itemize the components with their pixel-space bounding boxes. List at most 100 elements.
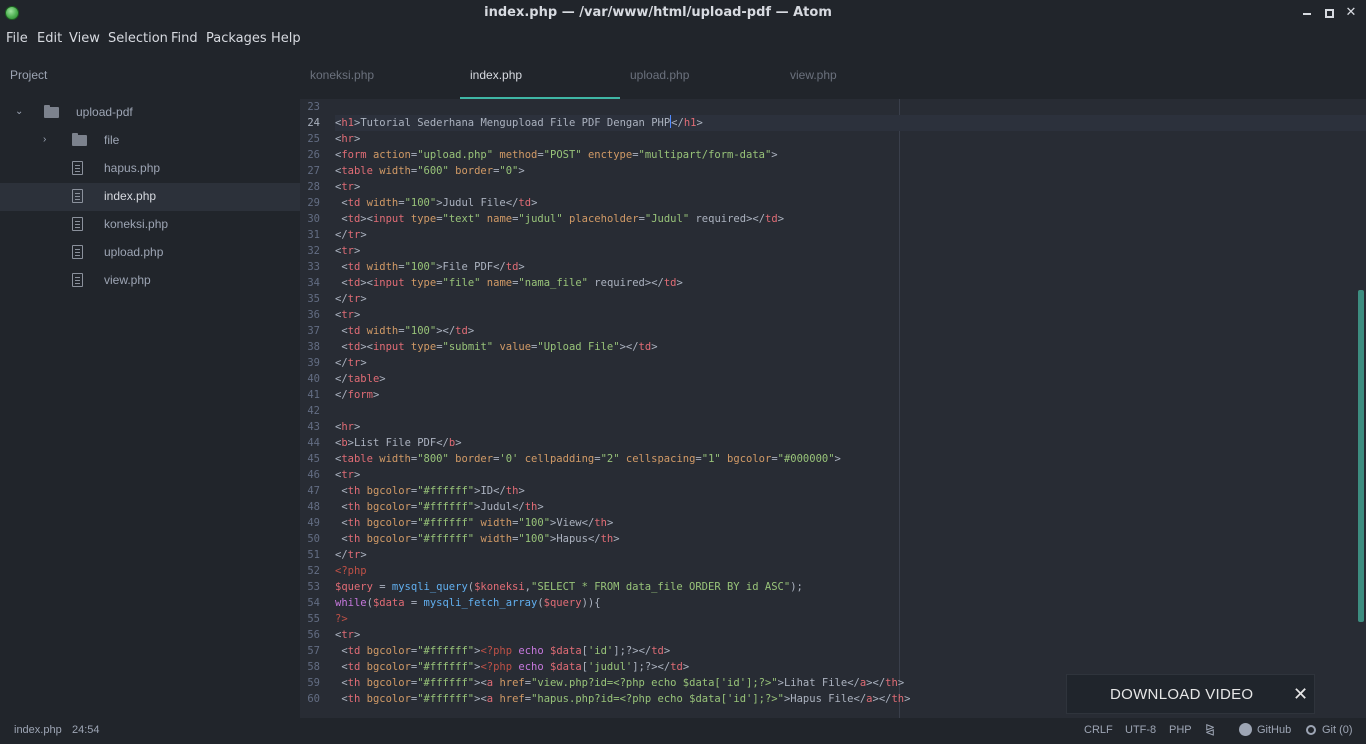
code-line[interactable]: while($data = mysqli_fetch_array($query)… xyxy=(335,595,1366,611)
status-git[interactable]: Git (0) xyxy=(1322,724,1353,736)
broadcast-icon[interactable]: ⧎ xyxy=(1205,722,1219,737)
code-editor[interactable]: 23 24 25 26 27 28 29 30 31 32 33 34 35 36 37 38 39 40 41 42… xyxy=(300,99,1366,718)
line-number[interactable]: 53 xyxy=(300,579,320,595)
tree-item-view-php[interactable]: view.php xyxy=(0,267,300,295)
line-number[interactable]: 23 xyxy=(300,99,320,115)
chevron-down-icon[interactable]: ⌄ xyxy=(15,107,23,117)
code-line[interactable]: </form> xyxy=(335,387,1366,403)
line-number[interactable]: 60 xyxy=(300,691,320,707)
code-line[interactable] xyxy=(335,403,1366,419)
github-icon[interactable] xyxy=(1239,723,1252,736)
close-window-button[interactable]: ✕ xyxy=(1343,5,1359,21)
line-number[interactable]: 35 xyxy=(300,291,320,307)
line-number-gutter[interactable]: 23 24 25 26 27 28 29 30 31 32 33 34 35 36 37 38 39 40 41 42… xyxy=(300,99,330,718)
code-line[interactable]: <?php xyxy=(335,563,1366,579)
line-number[interactable]: 51 xyxy=(300,547,320,563)
line-number[interactable]: 54 xyxy=(300,595,320,611)
download-video-overlay[interactable]: DOWNLOAD VIDEO ✕ xyxy=(1066,674,1315,714)
line-number[interactable]: 44 xyxy=(300,435,320,451)
line-number[interactable]: 32 xyxy=(300,243,320,259)
code-line[interactable]: <tr> xyxy=(335,627,1366,643)
tree-item-koneksi-php[interactable]: koneksi.php xyxy=(0,211,300,239)
line-number[interactable]: 34 xyxy=(300,275,320,291)
code-line[interactable]: <td width="100">File PDF</td> xyxy=(335,259,1366,275)
code-line[interactable]: <td width="100"></td> xyxy=(335,323,1366,339)
code-line[interactable]: <td bgcolor="#ffffff"><?php echo $data['… xyxy=(335,659,1366,675)
tree-item-upload-php[interactable]: upload.php xyxy=(0,239,300,267)
code-line[interactable]: <b>List File PDF</b> xyxy=(335,435,1366,451)
line-number[interactable]: 29 xyxy=(300,195,320,211)
line-number[interactable]: 31 xyxy=(300,227,320,243)
git-icon[interactable] xyxy=(1306,725,1316,735)
line-number[interactable]: 33 xyxy=(300,259,320,275)
line-number[interactable]: 36 xyxy=(300,307,320,323)
code-line[interactable]: </tr> xyxy=(335,291,1366,307)
code-line[interactable]: <hr> xyxy=(335,131,1366,147)
code-line[interactable]: <th bgcolor="#ffffff">Judul</th> xyxy=(335,499,1366,515)
line-number[interactable]: 40 xyxy=(300,371,320,387)
line-number[interactable]: 43 xyxy=(300,419,320,435)
line-number[interactable]: 48 xyxy=(300,499,320,515)
line-number[interactable]: 30 xyxy=(300,211,320,227)
code-line[interactable]: <th bgcolor="#ffffff">ID</th> xyxy=(335,483,1366,499)
status-cursor-position[interactable]: 24:54 xyxy=(72,724,100,736)
code-line[interactable]: <td><input type="text" name="judul" plac… xyxy=(335,211,1366,227)
line-number[interactable]: 46 xyxy=(300,467,320,483)
code-line[interactable]: <table width="600" border="0"> xyxy=(335,163,1366,179)
menu-help[interactable]: Help xyxy=(271,31,301,46)
code-line[interactable]: <hr> xyxy=(335,419,1366,435)
minimize-button[interactable] xyxy=(1299,5,1315,21)
code-area[interactable]: <h1>Tutorial Sederhana Mengupload File P… xyxy=(335,99,1366,718)
line-number[interactable]: 58 xyxy=(300,659,320,675)
download-video-label[interactable]: DOWNLOAD VIDEO xyxy=(1110,686,1253,703)
menu-file[interactable]: File xyxy=(6,31,28,46)
code-line[interactable]: <td><input type="submit" value="Upload F… xyxy=(335,339,1366,355)
menu-find[interactable]: Find xyxy=(171,31,198,46)
code-line[interactable]: <tr> xyxy=(335,179,1366,195)
line-number[interactable]: 27 xyxy=(300,163,320,179)
line-number[interactable]: 39 xyxy=(300,355,320,371)
chevron-right-icon[interactable]: › xyxy=(43,135,51,145)
code-line[interactable]: $query = mysqli_query($koneksi,"SELECT *… xyxy=(335,579,1366,595)
code-line[interactable]: ?> xyxy=(335,611,1366,627)
status-line-ending[interactable]: CRLF xyxy=(1084,724,1113,736)
code-line[interactable]: <form action="upload.php" method="POST" … xyxy=(335,147,1366,163)
menu-packages[interactable]: Packages xyxy=(206,31,267,46)
code-line[interactable]: <td><input type="file" name="nama_file" … xyxy=(335,275,1366,291)
line-number[interactable]: 42 xyxy=(300,403,320,419)
tab-upload-php[interactable]: upload.php xyxy=(620,51,780,99)
maximize-button[interactable] xyxy=(1321,5,1337,21)
code-line[interactable]: <tr> xyxy=(335,243,1366,259)
code-line[interactable]: <h1>Tutorial Sederhana Mengupload File P… xyxy=(335,115,1366,131)
tree-item-file-folder[interactable]: › file xyxy=(0,127,300,155)
line-number[interactable]: 45 xyxy=(300,451,320,467)
code-line[interactable]: <tr> xyxy=(335,467,1366,483)
tab-koneksi-php[interactable]: koneksi.php xyxy=(300,51,460,99)
line-number[interactable]: 47 xyxy=(300,483,320,499)
status-encoding[interactable]: UTF-8 xyxy=(1125,724,1156,736)
line-number[interactable]: 24 xyxy=(300,115,320,131)
tab-index-php[interactable]: index.php xyxy=(460,51,620,99)
editor-scrollbar[interactable] xyxy=(1358,290,1364,622)
code-line[interactable]: </table> xyxy=(335,371,1366,387)
line-number[interactable]: 55 xyxy=(300,611,320,627)
status-github[interactable]: GitHub xyxy=(1257,724,1291,736)
menu-edit[interactable]: Edit xyxy=(37,31,62,46)
code-line[interactable]: </tr> xyxy=(335,547,1366,563)
line-number[interactable]: 52 xyxy=(300,563,320,579)
menu-view[interactable]: View xyxy=(69,31,100,46)
line-number[interactable]: 28 xyxy=(300,179,320,195)
line-number[interactable]: 57 xyxy=(300,643,320,659)
tab-view-php[interactable]: view.php xyxy=(780,51,940,99)
status-file-name[interactable]: index.php xyxy=(14,724,62,736)
code-line[interactable]: </tr> xyxy=(335,355,1366,371)
code-line[interactable]: <tr> xyxy=(335,307,1366,323)
line-number[interactable]: 56 xyxy=(300,627,320,643)
code-line[interactable]: <table width="800" border='0' cellpaddin… xyxy=(335,451,1366,467)
tree-item-index-php[interactable]: index.php xyxy=(0,183,300,211)
menu-selection[interactable]: Selection xyxy=(108,31,168,46)
code-line[interactable]: <td bgcolor="#ffffff"><?php echo $data['… xyxy=(335,643,1366,659)
close-icon[interactable]: ✕ xyxy=(1293,684,1308,705)
line-number[interactable]: 59 xyxy=(300,675,320,691)
status-grammar[interactable]: PHP xyxy=(1169,724,1192,736)
